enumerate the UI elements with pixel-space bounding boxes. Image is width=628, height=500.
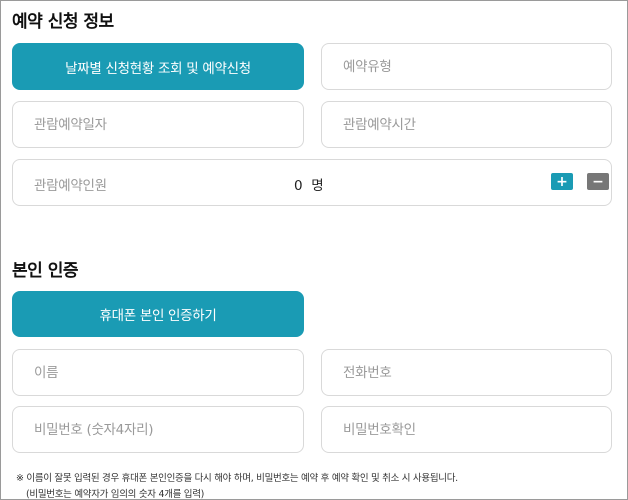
visitor-count-display: 0 명 bbox=[294, 174, 324, 194]
visitor-count-value: 0 bbox=[294, 178, 303, 194]
reservation-type-field[interactable] bbox=[321, 43, 612, 90]
phone-field[interactable] bbox=[321, 349, 612, 396]
visit-date-input[interactable] bbox=[34, 116, 303, 133]
increment-button[interactable]: + bbox=[551, 173, 573, 190]
visitor-count-stepper: 관람예약인원 0 명 + − bbox=[12, 159, 612, 206]
date-reservation-button[interactable]: 날짜별 신청현황 조회 및 예약신청 bbox=[12, 43, 304, 90]
visitor-count-unit: 명 bbox=[311, 178, 324, 194]
visit-date-field[interactable] bbox=[12, 101, 304, 148]
password-field[interactable] bbox=[12, 406, 304, 453]
visitor-count-label: 관람예약인원 bbox=[34, 178, 107, 194]
password-input[interactable] bbox=[34, 421, 303, 438]
reservation-section-title: 예약 신청 정보 bbox=[12, 12, 114, 32]
decrement-button[interactable]: − bbox=[587, 173, 609, 190]
password-confirm-input[interactable] bbox=[343, 421, 611, 438]
notice-line-2: (비밀번호는 예약자가 임의의 숫자 4개를 입력) bbox=[26, 489, 205, 500]
reservation-type-input[interactable] bbox=[343, 58, 611, 75]
phone-input[interactable] bbox=[343, 364, 611, 381]
auth-section-title: 본인 인증 bbox=[12, 261, 78, 281]
notice-line-1: ※ 이름이 잘못 입력된 경우 휴대폰 본인인증을 다시 해야 하며, 비밀번호… bbox=[16, 473, 458, 484]
password-confirm-field[interactable] bbox=[321, 406, 612, 453]
visit-time-input[interactable] bbox=[343, 116, 611, 133]
name-field[interactable] bbox=[12, 349, 304, 396]
visit-time-field[interactable] bbox=[321, 101, 612, 148]
name-input[interactable] bbox=[34, 364, 303, 381]
phone-auth-button[interactable]: 휴대폰 본인 인증하기 bbox=[12, 291, 304, 337]
